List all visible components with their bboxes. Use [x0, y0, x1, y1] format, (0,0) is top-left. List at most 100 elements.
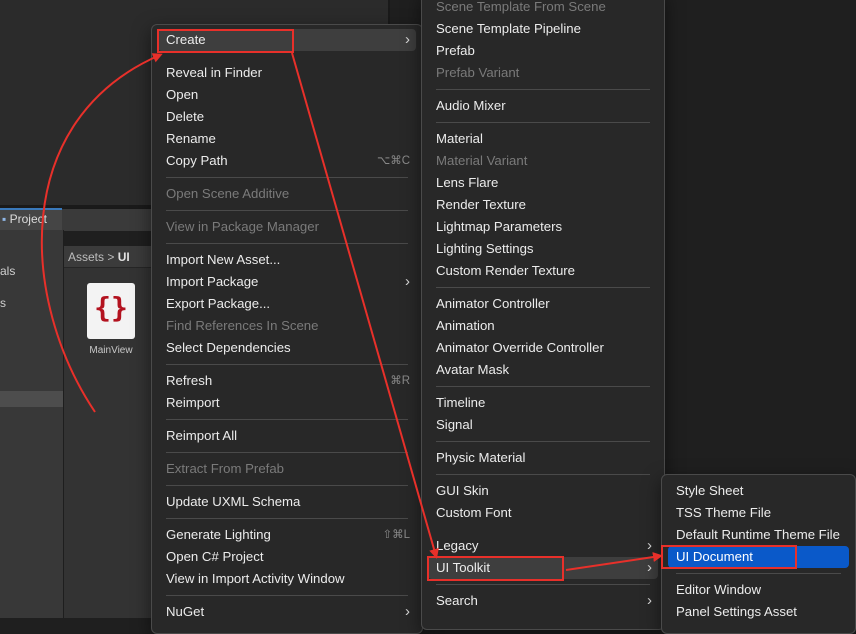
create-submenu-item-avatar-mask[interactable]: Avatar Mask: [428, 359, 658, 381]
create-submenu-item-timeline[interactable]: Timeline: [428, 392, 658, 414]
create-submenu-item-gui-skin[interactable]: GUI Skin: [428, 480, 658, 502]
context-menu-item-label: NuGet: [166, 604, 205, 619]
context-menu-item-export-package[interactable]: Export Package...: [158, 293, 416, 315]
context-menu-item-label: Import New Asset...: [166, 252, 281, 267]
context-menu-item-label: Reimport All: [166, 428, 238, 443]
create-submenu-item-label: Prefab Variant: [436, 65, 520, 80]
ui-toolkit-submenu-item-label: Default Runtime Theme File: [676, 527, 840, 542]
menu-separator: [166, 177, 408, 178]
context-menu-item-extract-from-prefab: Extract From Prefab: [158, 458, 416, 480]
create-submenu-item-legacy[interactable]: Legacy ›: [428, 535, 658, 557]
context-menu-item-copy-path[interactable]: Copy Path ⌥⌘C: [158, 150, 416, 172]
chevron-right-icon: ›: [647, 537, 652, 554]
context-menu-item-update-uxml-schema[interactable]: Update UXML Schema: [158, 491, 416, 513]
menu-separator: [676, 573, 841, 574]
folder-tree-item[interactable]: s: [0, 296, 6, 310]
create-submenu-item-label: Material Variant: [436, 153, 528, 168]
context-menu-item-label: Delete: [166, 109, 205, 124]
highlight-box-create: [157, 29, 294, 53]
create-submenu-item-label: Material: [436, 131, 483, 146]
create-submenu-item-label: Audio Mixer: [436, 98, 506, 113]
menu-separator: [436, 441, 650, 442]
context-menu: Create › Reveal in Finder Open Delete Rename C…: [151, 24, 423, 634]
create-submenu-item-search[interactable]: Search ›: [428, 590, 658, 612]
tab-project[interactable]: ▪ Project: [0, 208, 62, 230]
context-menu-item-delete[interactable]: Delete: [158, 106, 416, 128]
project-tab-icon: ▪: [2, 212, 7, 226]
create-submenu-item-label: Scene Template Pipeline: [436, 21, 581, 36]
context-menu-item-generate-lighting[interactable]: Generate Lighting ⇧⌘L: [158, 524, 416, 546]
create-submenu-item-label: Avatar Mask: [436, 362, 510, 377]
context-menu-item-open-c-project[interactable]: Open C# Project: [158, 546, 416, 568]
create-submenu-item-audio-mixer[interactable]: Audio Mixer: [428, 95, 658, 117]
create-submenu-item-signal[interactable]: Signal: [428, 414, 658, 436]
context-menu-item-import-package[interactable]: Import Package ›: [158, 271, 416, 293]
create-submenu-item-material-variant: Material Variant: [428, 150, 658, 172]
chevron-right-icon: ›: [405, 603, 410, 620]
create-submenu-item-scene-template-from-scene: Scene Template From Scene: [428, 0, 658, 18]
context-menu-item-reimport[interactable]: Reimport: [158, 392, 416, 414]
ui-toolkit-submenu-item-editor-window[interactable]: Editor Window: [668, 579, 849, 601]
create-submenu-item-animator-override-controller[interactable]: Animator Override Controller: [428, 337, 658, 359]
create-submenu-item-label: Animator Controller: [436, 296, 550, 311]
create-submenu-item-render-texture[interactable]: Render Texture: [428, 194, 658, 216]
menu-separator: [166, 452, 408, 453]
breadcrumb-ui[interactable]: UI: [118, 250, 130, 264]
context-menu-item-import-new-asset[interactable]: Import New Asset...: [158, 249, 416, 271]
uxml-file-icon[interactable]: {}: [87, 283, 135, 339]
context-menu-item-label: Rename: [166, 131, 216, 146]
create-submenu-item-lightmap-parameters[interactable]: Lightmap Parameters: [428, 216, 658, 238]
menu-separator: [166, 595, 408, 596]
create-submenu-item-label: Physic Material: [436, 450, 526, 465]
context-menu-item-label: Find References In Scene: [166, 318, 319, 333]
shortcut-label: ⌥⌘C: [376, 155, 410, 167]
menu-separator: [436, 122, 650, 123]
create-submenu-item-label: Lens Flare: [436, 175, 499, 190]
highlight-box-ui-toolkit: [427, 556, 564, 581]
create-submenu-item-physic-material[interactable]: Physic Material: [428, 447, 658, 469]
ui-toolkit-submenu-item-label: Style Sheet: [676, 483, 744, 498]
context-menu-item-refresh[interactable]: Refresh ⌘R: [158, 370, 416, 392]
context-menu-item-reveal-in-finder[interactable]: Reveal in Finder: [158, 62, 416, 84]
folder-tree-item[interactable]: als: [0, 264, 15, 278]
create-submenu-item-animation[interactable]: Animation: [428, 315, 658, 337]
context-menu-item-reimport-all[interactable]: Reimport All: [158, 425, 416, 447]
create-submenu-item-label: Lighting Settings: [436, 241, 534, 256]
context-menu-item-nuget[interactable]: NuGet ›: [158, 601, 416, 623]
ui-toolkit-submenu-item-label: Panel Settings Asset: [676, 604, 797, 619]
create-submenu: Scene Template From Scene Scene Template …: [421, 0, 665, 630]
ui-toolkit-submenu-item-default-runtime-theme-file[interactable]: Default Runtime Theme File: [668, 524, 849, 546]
create-submenu-item-label: Signal: [436, 417, 473, 432]
create-submenu-item-animator-controller[interactable]: Animator Controller: [428, 293, 658, 315]
asset-file-name[interactable]: MainView: [76, 345, 146, 356]
context-menu-item-rename[interactable]: Rename: [158, 128, 416, 150]
context-menu-item-find-references-in-scene: Find References In Scene: [158, 315, 416, 337]
menu-separator: [166, 419, 408, 420]
context-menu-item-label: Import Package: [166, 274, 259, 289]
create-submenu-item-custom-font[interactable]: Custom Font: [428, 502, 658, 524]
create-submenu-item-label: Search: [436, 593, 478, 608]
context-menu-item-select-dependencies[interactable]: Select Dependencies: [158, 337, 416, 359]
ui-toolkit-submenu-item-tss-theme-file[interactable]: TSS Theme File: [668, 502, 849, 524]
menu-separator: [436, 386, 650, 387]
create-submenu-item-lighting-settings[interactable]: Lighting Settings: [428, 238, 658, 260]
ui-toolkit-submenu-item-panel-settings-asset[interactable]: Panel Settings Asset: [668, 601, 849, 623]
ui-toolkit-submenu-item-label: TSS Theme File: [676, 505, 772, 520]
breadcrumb-assets[interactable]: Assets: [68, 250, 104, 264]
chevron-right-icon: ›: [405, 31, 410, 48]
create-submenu-item-label: Scene Template From Scene: [436, 0, 606, 14]
create-submenu-item-label: Custom Font: [436, 505, 512, 520]
folder-tree-selected-row[interactable]: [0, 391, 63, 407]
context-menu-item-label: Reveal in Finder: [166, 65, 263, 80]
context-menu-item-view-in-import-activity-window[interactable]: View in Import Activity Window: [158, 568, 416, 590]
create-submenu-item-scene-template-pipeline[interactable]: Scene Template Pipeline: [428, 18, 658, 40]
create-submenu-item-prefab[interactable]: Prefab: [428, 40, 658, 62]
create-submenu-item-label: Prefab: [436, 43, 475, 58]
context-menu-item-label: Reimport: [166, 395, 220, 410]
create-submenu-item-material[interactable]: Material: [428, 128, 658, 150]
context-menu-item-open-scene-additive: Open Scene Additive: [158, 183, 416, 205]
context-menu-item-open[interactable]: Open: [158, 84, 416, 106]
create-submenu-item-custom-render-texture[interactable]: Custom Render Texture: [428, 260, 658, 282]
create-submenu-item-lens-flare[interactable]: Lens Flare: [428, 172, 658, 194]
ui-toolkit-submenu-item-style-sheet[interactable]: Style Sheet: [668, 480, 849, 502]
